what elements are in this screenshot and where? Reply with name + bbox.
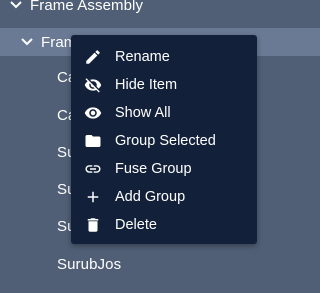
menu-item-label: Group Selected bbox=[115, 133, 216, 149]
menu-item-label: Fuse Group bbox=[115, 161, 192, 177]
menu-item-group-selected[interactable]: Group Selected bbox=[71, 127, 257, 155]
folder-icon bbox=[83, 131, 103, 151]
trash-icon bbox=[83, 215, 103, 235]
menu-item-hide-item[interactable]: Hide Item bbox=[71, 71, 257, 99]
menu-item-label: Show All bbox=[115, 105, 171, 121]
menu-item-fuse-group[interactable]: Fuse Group bbox=[71, 155, 257, 183]
chevron-down-icon[interactable] bbox=[19, 34, 35, 50]
menu-item-label: Rename bbox=[115, 49, 170, 65]
eye-icon bbox=[83, 103, 103, 123]
menu-item-label: Add Group bbox=[115, 189, 186, 205]
menu-item-rename[interactable]: Rename bbox=[71, 43, 257, 71]
tree-row-frame-assembly[interactable]: Frame Assembly bbox=[0, 0, 320, 19]
menu-item-label: Hide Item bbox=[115, 77, 178, 93]
menu-item-delete[interactable]: Delete bbox=[71, 211, 257, 239]
context-menu: Rename Hide Item Show All Group Selected… bbox=[71, 35, 257, 244]
pencil-icon bbox=[83, 47, 103, 67]
tree-row[interactable]: SurubJos bbox=[0, 250, 320, 278]
menu-item-label: Delete bbox=[115, 217, 157, 233]
menu-item-add-group[interactable]: Add Group bbox=[71, 183, 257, 211]
link-icon bbox=[83, 159, 103, 179]
eye-off-icon bbox=[83, 75, 103, 95]
tree-row-label: Frame Assembly bbox=[30, 0, 144, 14]
menu-item-show-all[interactable]: Show All bbox=[71, 99, 257, 127]
chevron-down-icon[interactable] bbox=[8, 0, 24, 13]
plus-icon bbox=[83, 187, 103, 207]
tree-row-label: SurubJos bbox=[57, 255, 122, 273]
